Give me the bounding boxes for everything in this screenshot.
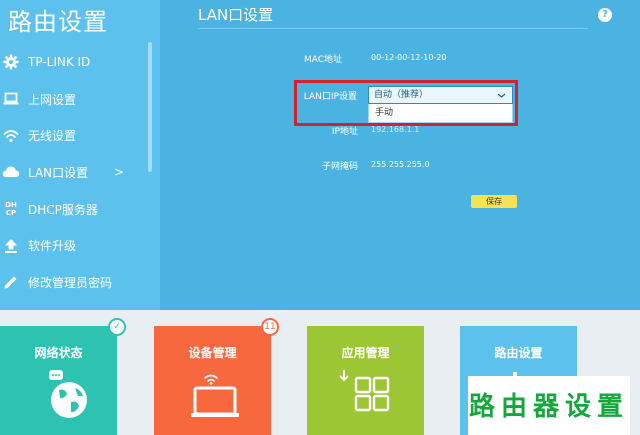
sidebar-item-label: 修改管理员密码 <box>28 275 113 290</box>
sidebar-item-tplink-id[interactable]: TP-LINK ID <box>0 44 146 81</box>
sidebar-item-label: TP-LINK ID <box>28 55 91 70</box>
device-count-badge: 11 <box>261 318 279 336</box>
sidebar-item-lan[interactable]: LAN口设置 > <box>0 154 146 191</box>
dhcp-icon: DH CP <box>2 200 20 218</box>
check-badge-icon: ✓ <box>108 318 126 336</box>
subnet-mask-label: 子网掩码 <box>321 162 358 172</box>
tile-device-management[interactable]: 设备管理 11 <box>154 318 279 435</box>
globe-icon <box>0 364 117 424</box>
ip-value: 192.168.1.1 <box>371 125 420 134</box>
lan-ip-label: LAN口IP设置 <box>303 92 357 102</box>
laptop-icon <box>2 90 20 108</box>
sidebar-item-internet[interactable]: 上网设置 <box>0 81 146 118</box>
lan-ip-selected-value: 自动（推荐） <box>374 90 429 100</box>
tile-label: 设备管理 <box>188 346 237 360</box>
sidebar-item-label: LAN口设置 <box>28 165 89 180</box>
chevron-right-icon: > <box>114 165 125 180</box>
tile-app-management[interactable]: 应用管理 <box>307 326 424 435</box>
watermark-logo: 路由器设置 <box>468 376 630 435</box>
upload-icon <box>2 237 20 255</box>
sidebar-item-dhcp[interactable]: DH CP DHCP服务器 <box>0 191 146 228</box>
sidebar-scrollbar[interactable] <box>148 42 152 172</box>
help-icon[interactable]: ? <box>598 8 612 22</box>
mac-label: MAC地址 <box>303 55 342 65</box>
apps-icon <box>307 364 424 424</box>
sidebar-item-wireless[interactable]: 无线设置 <box>0 117 146 154</box>
gear-icon <box>2 53 20 71</box>
sidebar-title: 路由设置 <box>8 8 108 36</box>
title-divider <box>198 28 588 29</box>
sidebar-item-label: DHCP服务器 <box>28 202 98 217</box>
pencil-icon <box>2 273 20 291</box>
router-config-panel: 路由设置 TP-LINK ID 上网设置 无线设置 LAN口设置 > DH CP… <box>0 0 640 310</box>
sidebar: 路由设置 TP-LINK ID 上网设置 无线设置 LAN口设置 > DH CP… <box>0 0 160 310</box>
mac-value: 00-12-00-12-10-20 <box>371 53 447 62</box>
lan-ip-option-manual[interactable]: 手动 <box>368 104 513 123</box>
lan-ip-mode-select[interactable]: 自动（推荐） <box>368 86 513 104</box>
subnet-mask-value: 255.255.255.0 <box>371 160 430 169</box>
tile-label: 网络状态 <box>34 346 83 360</box>
dhcp-icon-text: DH CP <box>5 201 17 218</box>
sidebar-item-password[interactable]: 修改管理员密码 <box>0 264 146 301</box>
wifi-icon <box>2 127 20 145</box>
sidebar-item-label: 无线设置 <box>28 129 77 144</box>
save-button[interactable]: 保存 <box>471 195 517 208</box>
tile-label: 应用管理 <box>341 346 390 360</box>
devices-icon <box>154 364 271 424</box>
page-title: LAN口设置 <box>198 6 274 24</box>
lan-settings-panel: LAN口设置 ? MAC地址 00-12-00-12-10-20 LAN口IP设… <box>160 0 640 310</box>
sidebar-item-label: 上网设置 <box>28 92 77 107</box>
sidebar-nav: TP-LINK ID 上网设置 无线设置 LAN口设置 > DH CP DHCP… <box>0 44 146 301</box>
sidebar-item-label: 软件升级 <box>28 239 77 254</box>
tile-network-status[interactable]: 网络状态 ✓ <box>0 318 126 435</box>
cloud-icon <box>2 163 20 181</box>
sidebar-item-firmware[interactable]: 软件升级 <box>0 227 146 264</box>
tile-label: 路由设置 <box>494 346 543 360</box>
ip-label: IP地址 <box>331 127 358 137</box>
